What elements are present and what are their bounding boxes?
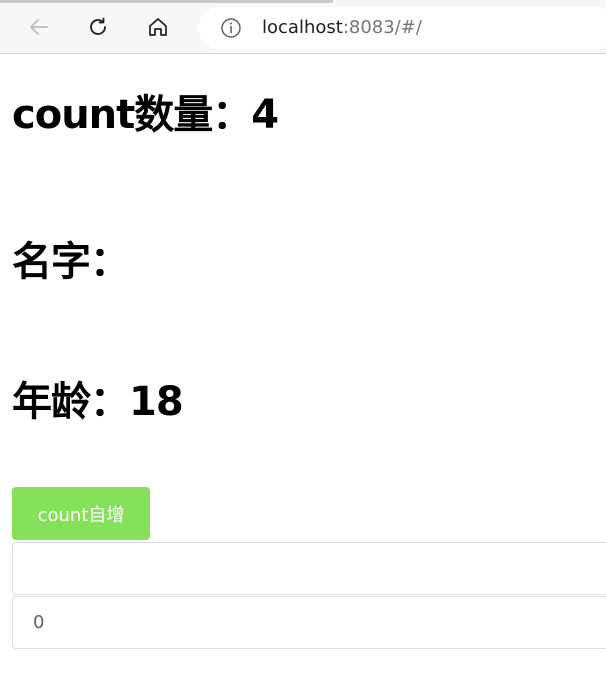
info-icon[interactable] xyxy=(220,17,242,39)
tab-strip-edge xyxy=(0,0,333,3)
name-input[interactable] xyxy=(12,542,606,595)
address-bar[interactable]: localhost:8083/#/ xyxy=(198,7,606,49)
reload-icon xyxy=(90,17,106,35)
back-button[interactable] xyxy=(23,11,55,43)
name-heading: 名字： xyxy=(12,239,130,285)
url-host: localhost xyxy=(262,17,343,38)
url-text[interactable]: localhost:8083/#/ xyxy=(262,17,422,39)
reload-button[interactable] xyxy=(82,11,114,43)
count-heading: count数量：4 xyxy=(12,92,279,138)
home-button[interactable] xyxy=(142,11,174,43)
count-input[interactable] xyxy=(12,596,606,649)
url-path: :8083/#/ xyxy=(342,17,422,38)
age-heading: 年龄：18 xyxy=(12,379,184,425)
count-increment-button[interactable]: count自增 xyxy=(12,487,150,540)
arrow-left-icon xyxy=(30,19,48,35)
browser-toolbar: localhost:8083/#/ xyxy=(0,0,606,54)
home-icon xyxy=(149,18,167,36)
